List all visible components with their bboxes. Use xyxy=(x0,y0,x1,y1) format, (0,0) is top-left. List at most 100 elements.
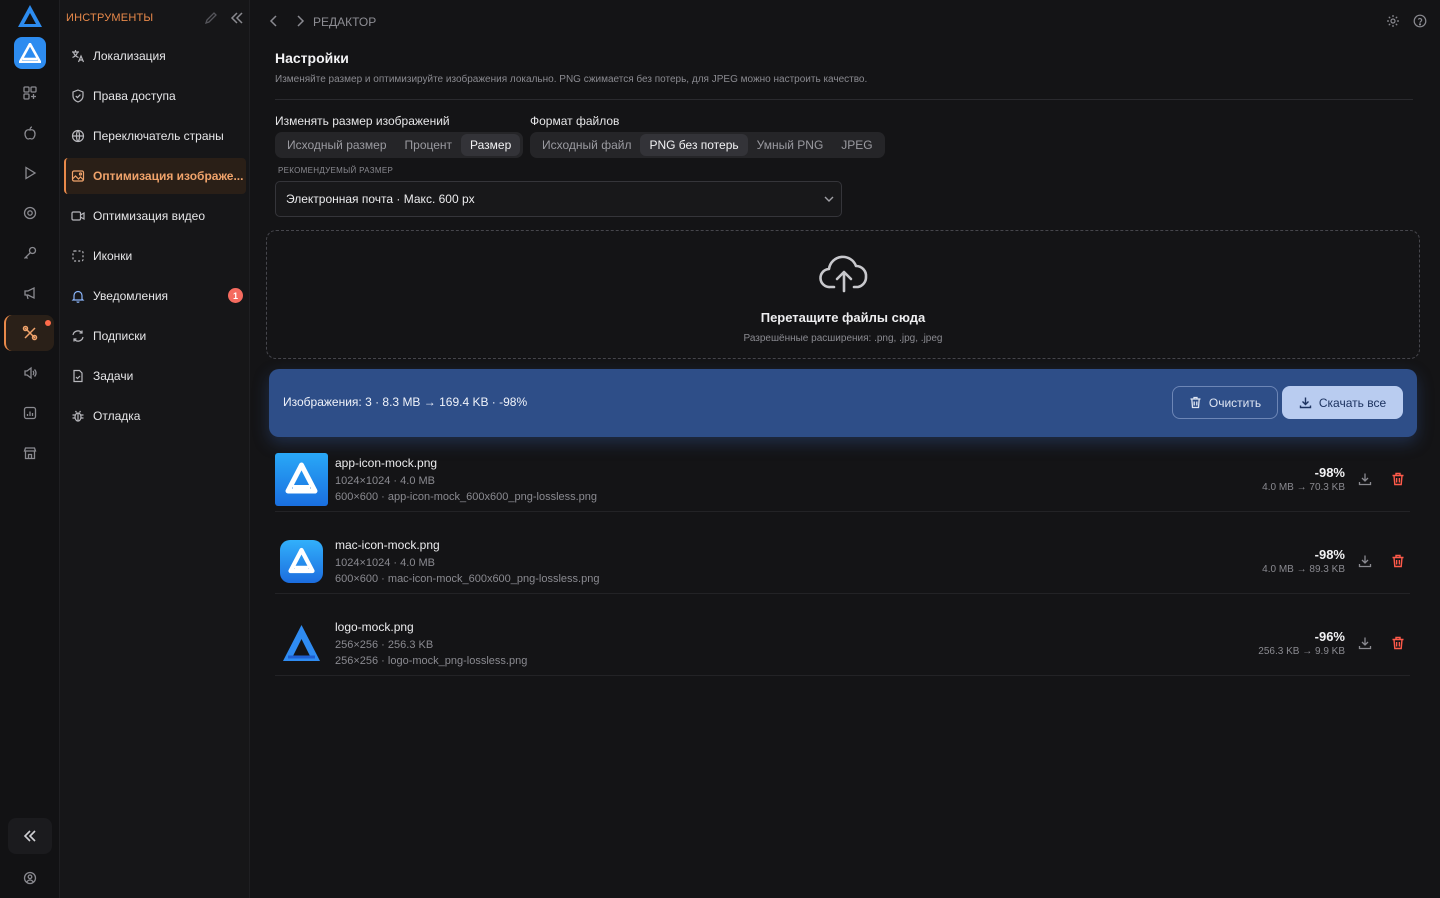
recommended-size-label: РЕКОМЕНДУЕМЫЙ РАЗМЕР xyxy=(278,166,394,175)
collapse-rail-button[interactable] xyxy=(8,818,52,854)
file-dropzone[interactable]: Перетащите файлы сюда Разрешённые расшир… xyxy=(266,230,1420,359)
format-option-smart-png[interactable]: Умный PNG xyxy=(748,134,833,156)
format-option-original[interactable]: Исходный файл xyxy=(533,134,640,156)
back-chevron-icon[interactable] xyxy=(267,14,281,28)
file-row: app-icon-mock.png 1024×1024 · 4.0 MB 600… xyxy=(275,446,1410,512)
download-icon[interactable] xyxy=(1358,554,1372,568)
download-icon[interactable] xyxy=(1358,472,1372,486)
key-icon[interactable] xyxy=(18,241,42,265)
recommended-size-select[interactable]: Электронная почта · Макс. 600 px xyxy=(275,181,842,217)
logo-thumbnail xyxy=(275,617,328,670)
cloud-upload-icon xyxy=(818,251,870,295)
clear-button[interactable]: Очистить xyxy=(1172,386,1278,419)
sound-icon[interactable] xyxy=(18,361,42,385)
resize-option-size[interactable]: Размер xyxy=(461,134,521,156)
sidebar-item-label: Иконки xyxy=(93,249,133,263)
sidebar-item-permissions[interactable]: Права доступа xyxy=(64,78,246,114)
sidebar-item-image-optimization[interactable]: Оптимизация изображе... xyxy=(64,158,246,194)
resize-segmented-control: Исходный размер Процент Размер xyxy=(275,132,524,158)
sidebar-item-label: Подписки xyxy=(93,329,147,343)
sidebar-item-tasks[interactable]: Задачи xyxy=(64,358,246,394)
resize-label: Изменять размер изображений xyxy=(275,114,450,128)
download-all-label: Скачать все xyxy=(1318,395,1387,410)
sidebar-item-subscriptions[interactable]: Подписки xyxy=(64,318,246,354)
tools-sidebar: ИНСТРУМЕНТЫ Локализация Права доступа Пе… xyxy=(60,0,250,898)
file-size-change: 256.3 KB → 9.9 KB xyxy=(1258,646,1345,657)
file-original-info: 256×256 · 256.3 KB xyxy=(335,639,434,651)
format-option-jpeg[interactable]: JPEG xyxy=(832,134,881,156)
icons-icon xyxy=(70,248,86,264)
delete-icon[interactable] xyxy=(1391,472,1405,486)
user-icon[interactable] xyxy=(18,866,42,890)
sidebar-item-label: Переключатель страны xyxy=(93,129,224,143)
breadcrumb[interactable]: РЕДАКТОР xyxy=(313,15,376,29)
divider xyxy=(275,99,1413,100)
file-reduction-percent: -98% xyxy=(1314,465,1345,480)
download-icon xyxy=(1299,396,1312,409)
file-output-info: 600×600 · app-icon-mock_600x600_png-loss… xyxy=(335,491,598,503)
delete-icon[interactable] xyxy=(1391,636,1405,650)
sidebar-item-localization[interactable]: Локализация xyxy=(64,38,246,74)
shield-icon xyxy=(70,88,86,104)
format-option-png-lossless[interactable]: PNG без потерь xyxy=(640,134,748,156)
video-icon xyxy=(70,208,86,224)
forward-chevron-icon[interactable] xyxy=(293,14,307,28)
refresh-icon xyxy=(70,328,86,344)
mac-icon-thumbnail xyxy=(275,535,328,588)
sidebar-item-country-switcher[interactable]: Переключатель страны xyxy=(64,118,246,154)
file-name: app-icon-mock.png xyxy=(335,456,438,470)
play-store-icon[interactable] xyxy=(18,161,42,185)
apple-icon[interactable] xyxy=(18,121,42,145)
file-reduction-percent: -98% xyxy=(1314,547,1345,562)
analytics-icon[interactable] xyxy=(18,401,42,425)
translate-icon xyxy=(70,48,86,64)
delete-icon[interactable] xyxy=(1391,554,1405,568)
file-name: logo-mock.png xyxy=(335,620,414,634)
icon-rail xyxy=(0,0,60,898)
page-subtitle: Изменяйте размер и оптимизируйте изображ… xyxy=(275,74,868,85)
dropzone-title: Перетащите файлы сюда xyxy=(760,310,926,325)
bug-icon xyxy=(70,408,86,424)
target-icon[interactable] xyxy=(18,201,42,225)
app-icon[interactable] xyxy=(14,37,46,69)
sidebar-item-debug[interactable]: Отладка xyxy=(64,398,246,434)
download-all-button[interactable]: Скачать все xyxy=(1282,386,1403,419)
sidebar-item-label: Оптимизация видео xyxy=(93,209,205,223)
main-content: РЕДАКТОР Настройки Изменяйте размер и оп… xyxy=(250,0,1440,898)
resize-option-original[interactable]: Исходный размер xyxy=(278,134,396,156)
image-icon xyxy=(70,168,86,184)
sidebar-item-label: Задачи xyxy=(93,369,134,383)
notification-dot xyxy=(45,320,51,326)
sidebar-header: ИНСТРУМЕНТЫ xyxy=(66,12,154,24)
edit-icon[interactable] xyxy=(204,11,218,25)
file-output-info: 256×256 · logo-mock_png-lossless.png xyxy=(335,655,528,667)
sidebar-item-label: Отладка xyxy=(93,409,141,423)
page-title: Настройки xyxy=(275,50,349,66)
file-reduction-percent: -96% xyxy=(1314,629,1345,644)
dashboard-icon[interactable] xyxy=(18,81,42,105)
summary-bar: Изображения: 3 · 8.3 MB → 169.4 KB · -98… xyxy=(269,369,1417,437)
help-icon[interactable] xyxy=(1413,14,1427,28)
sidebar-item-notifications[interactable]: Уведомления 1 xyxy=(64,278,246,314)
sidebar-item-label: Уведомления xyxy=(93,289,169,303)
download-icon[interactable] xyxy=(1358,636,1372,650)
gear-icon[interactable] xyxy=(1386,14,1400,28)
collapse-sidebar-icon[interactable] xyxy=(230,11,244,25)
sidebar-item-video-optimization[interactable]: Оптимизация видео xyxy=(64,198,246,234)
file-size-change: 4.0 MB → 70.3 KB xyxy=(1262,482,1345,493)
bell-icon xyxy=(70,288,86,304)
sidebar-item-icons[interactable]: Иконки xyxy=(64,238,246,274)
sidebar-item-label: Оптимизация изображе... xyxy=(93,169,244,183)
megaphone-icon[interactable] xyxy=(18,281,42,305)
file-name: mac-icon-mock.png xyxy=(335,538,440,552)
recommended-size-value: Электронная почта · Макс. 600 px xyxy=(286,192,475,206)
clear-button-label: Очистить xyxy=(1208,395,1262,410)
sidebar-item-label: Права доступа xyxy=(93,89,176,103)
tasks-icon xyxy=(70,368,86,384)
file-row: mac-icon-mock.png 1024×1024 · 4.0 MB 600… xyxy=(275,528,1410,594)
resize-option-percent[interactable]: Процент xyxy=(396,134,462,156)
store-icon[interactable] xyxy=(18,441,42,465)
sidebar-item-label: Локализация xyxy=(93,49,166,63)
format-label: Формат файлов xyxy=(530,114,620,128)
chevron-down-icon xyxy=(823,193,835,205)
